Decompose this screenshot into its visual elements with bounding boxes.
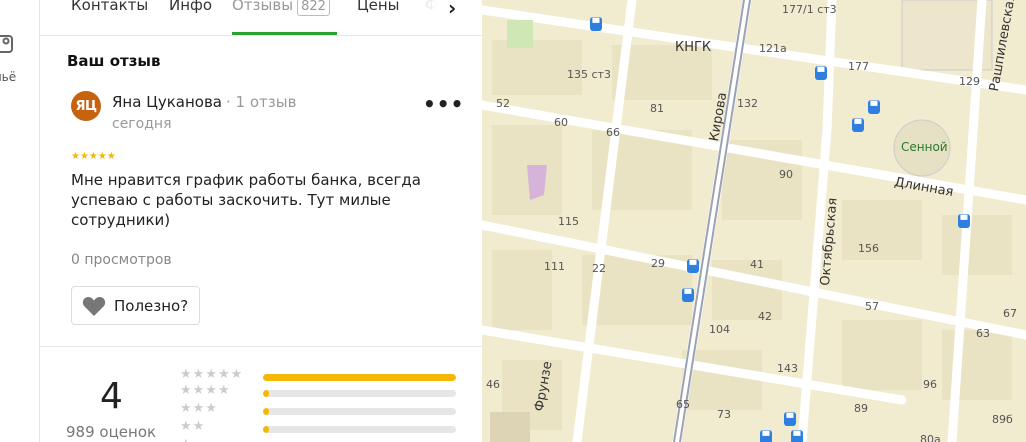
avatar[interactable]: ЯЦ [71, 91, 101, 121]
map-house-number: 89б [992, 413, 1013, 426]
map-house-number: 22 [592, 262, 606, 275]
map-house-number: 177 [848, 60, 869, 73]
bus-stop-icon[interactable]: ▀ [682, 288, 694, 302]
map-street-label: КНГК [675, 40, 712, 55]
gallery-icon[interactable] [0, 30, 18, 58]
distribution-stars: ★ [180, 437, 193, 442]
distribution-bar-fill [263, 426, 269, 433]
map-house-number: 57 [865, 300, 879, 313]
map-house-number: 135 ст3 [567, 68, 611, 81]
rail-label: льё [0, 70, 17, 84]
reviews-panel: Контакты Инфо Отзывы822 Цены Фо › Ваш от… [40, 0, 482, 442]
tab-prices[interactable]: Цены [357, 0, 400, 14]
distribution-bar [263, 426, 456, 433]
distribution-bar [263, 408, 456, 415]
map-house-number: 60 [554, 116, 568, 129]
review-author-count: · 1 отзыв [225, 93, 297, 111]
map-house-number: 143 [777, 362, 798, 375]
map[interactable]: КНГК Кирова Октябрьская Длинная Фрунзе Р… [482, 0, 1026, 442]
map-house-number: 132 [737, 97, 758, 110]
rating-distribution-row: ★★★ [180, 401, 456, 416]
map-house-number: 52 [496, 97, 510, 110]
bus-stop-icon[interactable]: ▀ [868, 100, 880, 114]
helpful-button[interactable]: Полезно? [71, 286, 200, 325]
map-house-number: 104 [709, 323, 730, 336]
more-options-button[interactable]: ••• [423, 92, 464, 116]
review-author-line: Яна Цуканова · 1 отзыв [112, 93, 296, 111]
review-date: сегодня [112, 116, 172, 132]
map-house-number: 80а [920, 433, 941, 442]
distribution-bar [263, 374, 456, 381]
review-author[interactable]: Яна Цуканова [112, 93, 222, 111]
bus-stop-icon[interactable]: ▀ [590, 17, 602, 31]
map-house-number: 96 [923, 378, 937, 391]
tab-bar: Контакты Инфо Отзывы822 Цены Фо › [40, 0, 482, 36]
map-house-number: 29 [651, 257, 665, 270]
map-house-number: 121а [759, 42, 787, 55]
map-house-number: 67 [1003, 307, 1017, 320]
map-house-number: 90 [779, 168, 793, 181]
map-house-number: 73 [717, 408, 731, 421]
map-place-label: Сенной [901, 140, 948, 154]
map-house-number: 111 [544, 260, 565, 273]
bus-stop-icon[interactable]: ▀ [760, 430, 772, 442]
rating-distribution-row: ★★★★★ [180, 367, 456, 382]
distribution-stars: ★★★ [180, 401, 218, 416]
distribution-bar [263, 390, 456, 397]
divider [40, 346, 482, 347]
map-house-number: 63 [976, 327, 990, 340]
map-house-number: 177/1 ст3 [782, 3, 837, 16]
map-house-number: 41 [750, 258, 764, 271]
heart-icon [82, 296, 106, 316]
bus-stop-icon[interactable]: ▀ [784, 412, 796, 426]
rating-distribution-row: ★★ [180, 419, 456, 434]
distribution-stars: ★★★★★ [180, 367, 244, 382]
bus-stop-icon[interactable]: ▀ [815, 66, 827, 80]
map-house-number: 81 [650, 102, 664, 115]
review-stars: ★★★★★ [71, 151, 116, 162]
tab-info[interactable]: Инфо [169, 0, 212, 14]
section-title: Ваш отзыв [67, 52, 161, 70]
rating-count: 989 оценок [66, 423, 157, 441]
distribution-stars: ★★ [180, 419, 206, 434]
map-house-number: 89 [854, 402, 868, 415]
rating-distribution-row: ★★★★ [180, 383, 456, 398]
map-house-number: 115 [558, 215, 579, 228]
tab-reviews[interactable]: Отзывы 822 [232, 0, 330, 16]
review-text: Мне нравится график работы банка, всегда… [71, 171, 421, 229]
map-house-number: 46 [486, 378, 500, 391]
map-house-number: 66 [606, 126, 620, 139]
reviews-count-badge: 822 [297, 0, 330, 16]
bus-stop-icon[interactable]: ▀ [958, 214, 970, 228]
review-views: 0 просмотров [71, 252, 172, 268]
tabs-fade [406, 0, 452, 34]
tab-contacts[interactable]: Контакты [71, 0, 148, 14]
active-tab-underline [232, 32, 337, 35]
bus-stop-icon[interactable]: ▀ [687, 259, 699, 273]
map-house-number: 156 [858, 242, 879, 255]
distribution-stars: ★★★★ [180, 383, 231, 398]
bus-stop-icon[interactable]: ▀ [852, 118, 864, 132]
map-house-number: 65 [676, 398, 690, 411]
average-rating: 4 [100, 376, 123, 417]
distribution-bar-fill [263, 374, 456, 381]
helpful-label: Полезно? [114, 296, 189, 315]
map-house-number: 129 [959, 75, 980, 88]
chevron-right-icon[interactable]: › [448, 0, 456, 20]
bus-stop-icon[interactable]: ▀ [791, 430, 803, 442]
tab-reviews-label: Отзывы [232, 0, 294, 14]
map-house-number: 42 [758, 310, 772, 323]
distribution-bar-fill [263, 408, 269, 415]
distribution-bar-fill [263, 390, 269, 397]
left-rail: льё [0, 0, 40, 442]
